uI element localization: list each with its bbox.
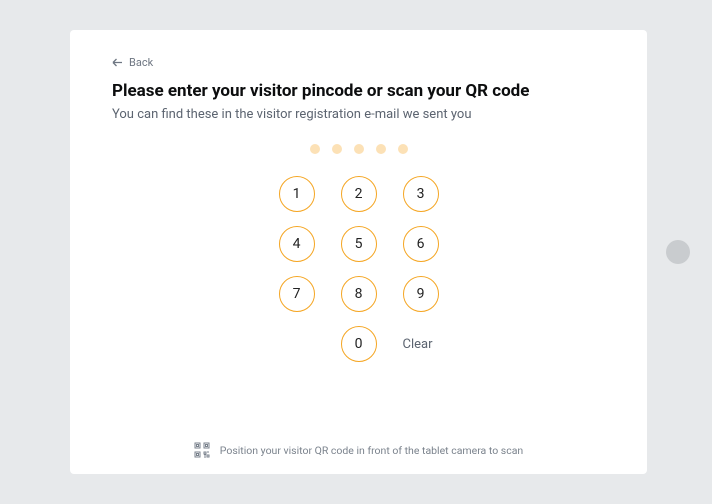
qr-hint-text: Position your visitor QR code in front o… bbox=[220, 444, 523, 457]
back-label: Back bbox=[129, 56, 153, 69]
pin-dot bbox=[354, 144, 364, 154]
qr-hint: Position your visitor QR code in front o… bbox=[112, 428, 605, 458]
key-6[interactable]: 6 bbox=[403, 226, 439, 262]
page-title: Please enter your visitor pincode or sca… bbox=[112, 81, 605, 101]
back-button[interactable]: Back bbox=[112, 56, 153, 69]
pin-dot bbox=[398, 144, 408, 154]
pin-dot bbox=[332, 144, 342, 154]
pin-indicator bbox=[112, 144, 605, 154]
key-2[interactable]: 2 bbox=[341, 176, 377, 212]
key-5[interactable]: 5 bbox=[341, 226, 377, 262]
keypad: 1 2 3 4 5 6 7 8 9 0 Clear bbox=[112, 176, 605, 362]
arrow-left-icon bbox=[112, 58, 123, 67]
tablet-home-button bbox=[666, 240, 690, 264]
key-0[interactable]: 0 bbox=[341, 326, 377, 362]
qr-code-icon bbox=[194, 442, 210, 458]
key-8[interactable]: 8 bbox=[341, 276, 377, 312]
pin-dot bbox=[376, 144, 386, 154]
key-9[interactable]: 9 bbox=[403, 276, 439, 312]
pin-dot bbox=[310, 144, 320, 154]
page-subtitle: You can find these in the visitor regist… bbox=[112, 107, 605, 122]
key-7[interactable]: 7 bbox=[279, 276, 315, 312]
screen: Back Please enter your visitor pincode o… bbox=[70, 30, 647, 474]
clear-button[interactable]: Clear bbox=[403, 337, 439, 352]
tablet-frame: Back Please enter your visitor pincode o… bbox=[0, 0, 712, 504]
key-1[interactable]: 1 bbox=[279, 176, 315, 212]
key-3[interactable]: 3 bbox=[403, 176, 439, 212]
key-4[interactable]: 4 bbox=[279, 226, 315, 262]
keypad-spacer bbox=[279, 326, 315, 362]
